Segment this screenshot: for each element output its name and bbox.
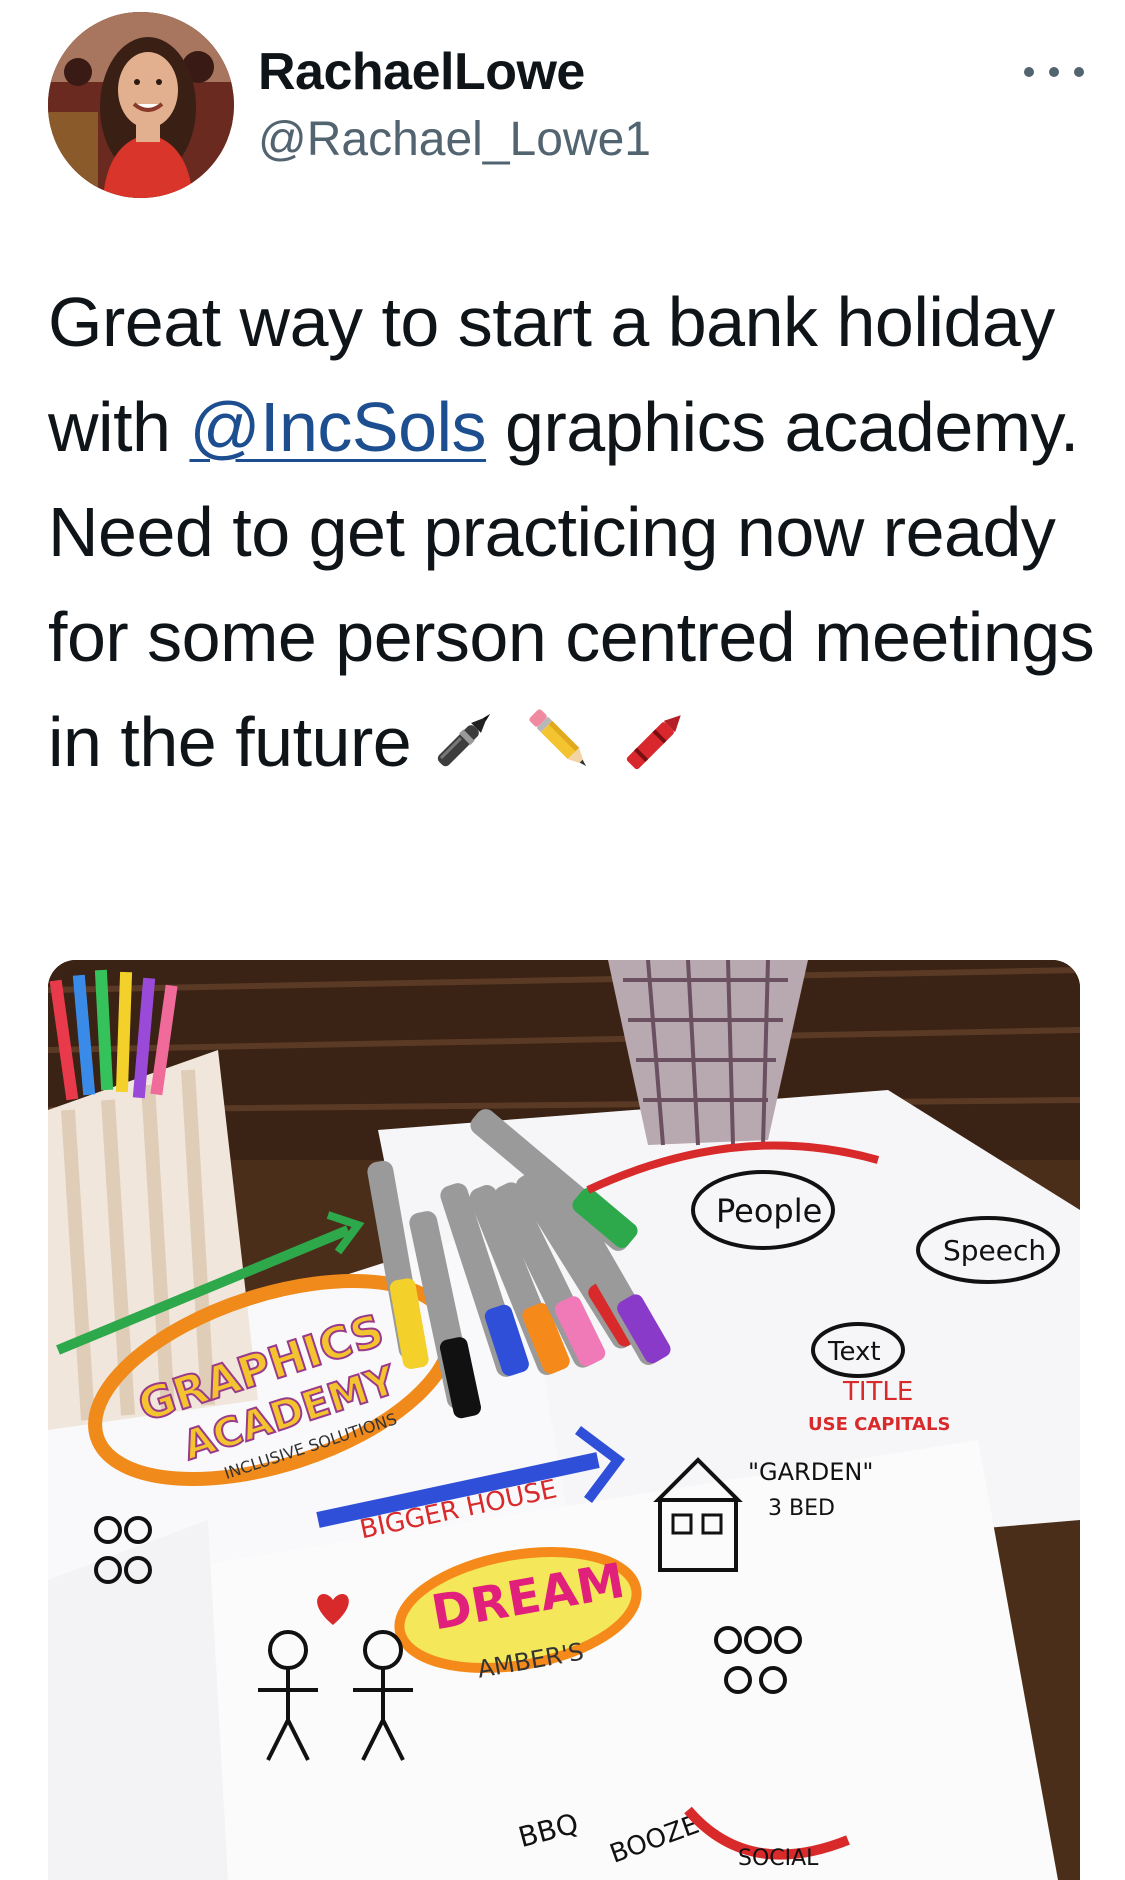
use-capitals-label: USE CAPITALS	[808, 1414, 950, 1435]
mention-link[interactable]: @IncSols	[189, 388, 486, 466]
dot	[1024, 67, 1034, 77]
pencil-icon	[517, 697, 603, 783]
profile-photo-icon	[48, 12, 234, 198]
pen-icon	[421, 697, 507, 783]
social-label: SOCIAL	[738, 1846, 819, 1871]
dot	[1049, 67, 1059, 77]
tweet: RachaelLowe @Rachael_Lowe1 Great way to …	[0, 0, 1125, 1880]
graphics-academy-photo-icon: GRAPHICS ACADEMY INCLUSIVE SOLUTIONS Peo…	[48, 960, 1080, 1880]
three-bed-label: 3 BED	[768, 1496, 835, 1521]
more-options-icon[interactable]	[1024, 52, 1084, 92]
tweet-text: Great way to start a bank holiday with @…	[48, 270, 1098, 795]
people-label: People	[716, 1192, 822, 1230]
text-label: Text	[827, 1337, 881, 1367]
garden-label: "GARDEN"	[748, 1458, 873, 1486]
avatar[interactable]	[48, 12, 234, 198]
handle[interactable]: @Rachael_Lowe1	[258, 112, 651, 167]
crayon-icon	[613, 697, 699, 783]
display-name[interactable]: RachaelLowe	[258, 42, 585, 102]
title-label: TITLE	[842, 1377, 913, 1407]
dot	[1074, 67, 1084, 77]
speech-label: Speech	[943, 1234, 1046, 1267]
tweet-photo[interactable]: GRAPHICS ACADEMY INCLUSIVE SOLUTIONS Peo…	[48, 960, 1080, 1880]
